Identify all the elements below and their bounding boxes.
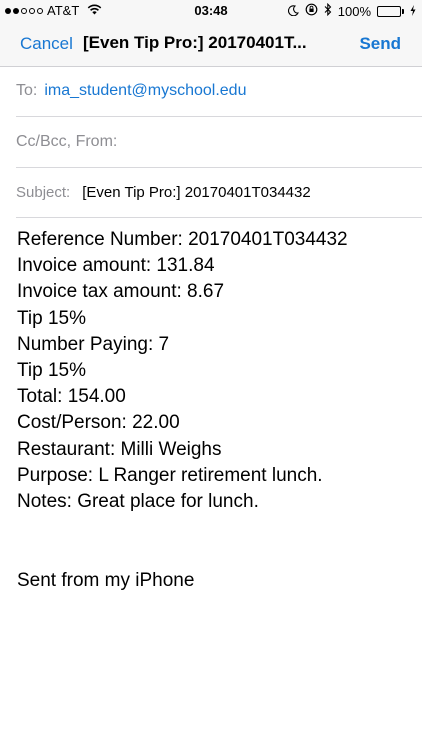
body-line: Total: 154.00 xyxy=(17,386,126,408)
compose-title: [Even Tip Pro:] 20170401T... xyxy=(83,33,307,52)
body-line: Reference Number: 20170401T034432 xyxy=(17,229,348,250)
cc-bcc-from-label: Cc/Bcc, From: xyxy=(16,133,118,150)
mail-compose-screen: AT&T 03:48 100% Cancel [Even Tip Pro:] 2… xyxy=(0,0,422,750)
body-line: Notes: Great place for lunch. xyxy=(17,491,259,513)
battery-percent: 100% xyxy=(337,3,371,19)
battery-icon xyxy=(377,5,404,17)
subject-value[interactable]: [Even Tip Pro:] 20170401T034432 xyxy=(82,184,311,201)
subject-field[interactable]: Subject: [Even Tip Pro:] 20170401T034432 xyxy=(16,167,422,218)
to-label: To: xyxy=(16,82,38,99)
to-field[interactable]: To: ima_student@myschool.edu xyxy=(16,66,422,117)
status-bar-right: 100% xyxy=(287,2,416,19)
to-recipient[interactable]: ima_student@myschool.edu xyxy=(44,82,246,100)
body-line: Purpose: L Ranger retirement lunch. xyxy=(17,464,323,486)
body-line: Tip 15% xyxy=(17,307,86,329)
moon-icon xyxy=(287,4,299,19)
subject-label: Subject: xyxy=(16,183,71,201)
bluetooth-icon xyxy=(324,2,332,19)
body-line: Number Paying: 7 xyxy=(17,333,170,355)
compose-nav-bar: Cancel [Even Tip Pro:] 20170401T... Send xyxy=(0,22,422,67)
message-body[interactable]: Reference Number: 20170401T034432 Invoic… xyxy=(17,227,412,515)
email-signature[interactable]: Sent from my iPhone xyxy=(17,570,194,592)
send-button[interactable]: Send xyxy=(359,34,401,54)
status-bar: AT&T 03:48 100% xyxy=(0,0,422,22)
body-line: Tip 15% xyxy=(17,360,86,382)
body-line: Invoice tax amount: 8.67 xyxy=(17,281,225,303)
battery-body xyxy=(377,5,401,17)
rotation-lock-icon xyxy=(305,3,318,19)
body-line: Cost/Person: 22.00 xyxy=(17,412,180,434)
cc-bcc-from-field[interactable]: Cc/Bcc, From: xyxy=(16,117,422,168)
body-line: Invoice amount: 131.84 xyxy=(17,255,215,277)
battery-tip xyxy=(402,8,404,14)
cancel-button[interactable]: Cancel xyxy=(20,34,73,54)
charging-bolt-icon xyxy=(410,4,416,19)
body-line: Restaurant: Milli Weighs xyxy=(17,438,222,460)
